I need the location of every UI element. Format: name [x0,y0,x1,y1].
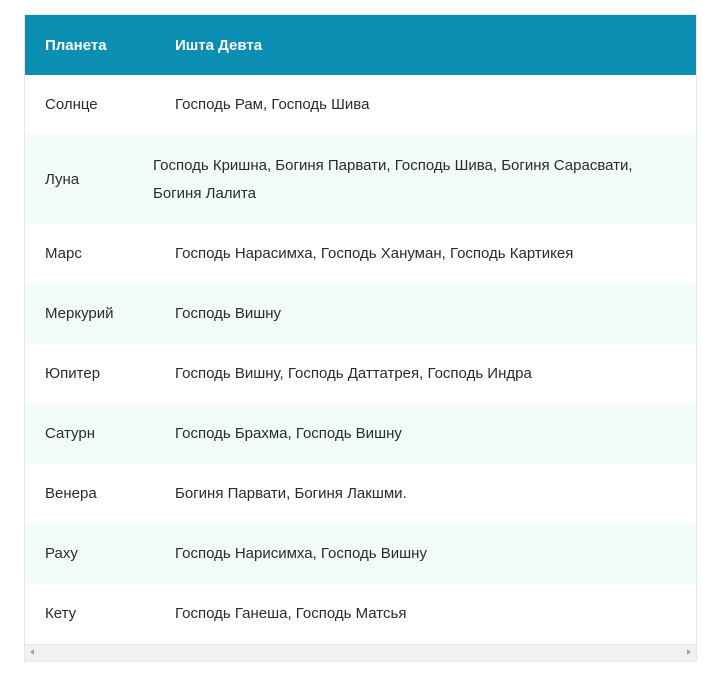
cell-planet: Раху [45,545,78,562]
table-row: Юпитер Господь Вишну, Господь Даттатрея,… [25,344,696,404]
cell-deity: Господь Рам, Господь Шива [175,96,370,113]
table-row: Кету Господь Ганеша, Господь Матсья [25,584,696,644]
cell-deity: Господь Вишну, Господь Даттатрея, Господ… [175,365,532,382]
planet-deity-table: Планета Ишта Девта Солнце Господь Рам, Г… [24,14,697,662]
header-planet: Планета [45,36,107,54]
cell-deity: Господь Нарасимха, Господь Хануман, Госп… [175,245,574,262]
cell-planet: Венера [45,485,97,502]
table-row: Меркурий Господь Вишну [25,284,696,344]
scroll-left-icon[interactable] [30,649,34,655]
cell-deity: Господь Ганеша, Господь Матсья [175,605,407,622]
cell-deity: Господь Брахма, Господь Вишну [175,425,402,442]
cell-planet: Сатурн [45,425,96,442]
table-row: Сатурн Господь Брахма, Господь Вишну [25,404,696,464]
table-row: Луна Господь Кришна, Богиня Парвати, Гос… [25,135,696,224]
table-row: Солнце Господь Рам, Господь Шива [25,75,696,135]
cell-deity: Господь Нарисимха, Господь Вишну [175,545,427,562]
scroll-right-icon[interactable] [687,649,691,655]
cell-deity: Господь Вишну [175,305,282,322]
cell-planet: Солнце [45,96,98,113]
header-deity: Ишта Девта [175,36,263,54]
cell-planet: Кету [45,605,77,622]
table-row: Раху Господь Нарисимха, Господь Вишну [25,524,696,584]
table-row: Венера Богиня Парвати, Богиня Лакшми. [25,464,696,524]
cell-deity: Богиня Парвати, Богиня Лакшми. [175,485,407,502]
table-header: Планета Ишта Девта [25,15,696,75]
cell-planet: Юпитер [45,365,101,382]
cell-deity: Господь Кришна, Богиня Парвати, Господь … [153,156,633,202]
cell-planet: Марс [45,245,82,262]
table-row: Марс Господь Нарасимха, Господь Хануман,… [25,224,696,284]
horizontal-scrollbar[interactable] [25,644,696,661]
cell-planet: Меркурий [45,305,114,322]
